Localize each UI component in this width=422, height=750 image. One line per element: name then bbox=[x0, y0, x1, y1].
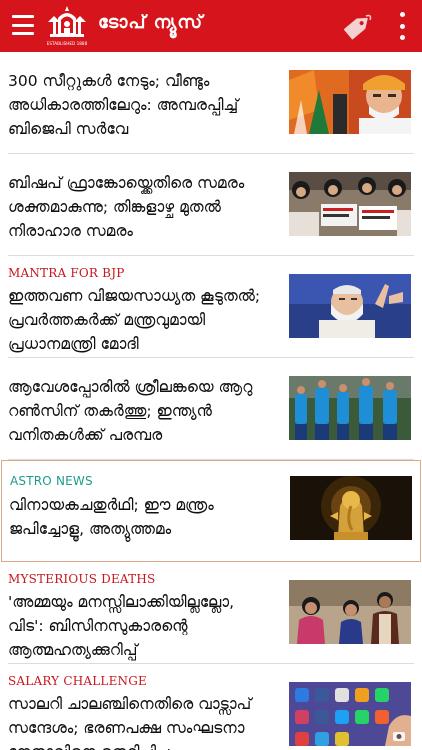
headline-line: നേതാവിനെ തെറിപ്പിച്ചു bbox=[8, 740, 280, 750]
headline-line: ബിജെപി സർവേ bbox=[8, 120, 129, 138]
headline-line: 'അമ്മയും മനസ്സിലാക്കിയില്ലല്ലോ, bbox=[8, 593, 235, 611]
news-card[interactable]: SALARY CHALLENGE സാലറി ചാലഞ്ചിനെതിരെ വാട… bbox=[0, 664, 422, 750]
news-thumbnail[interactable] bbox=[289, 274, 411, 338]
headline[interactable]: ഇത്തവണ വിജയസാധ്യത കൂടുതൽ; പ്രവർത്തകർക്ക്… bbox=[8, 284, 280, 356]
headline-line: റൺസിന് തകർത്തു; ഇന്ത്യൻ bbox=[8, 402, 212, 420]
headline-line: വനിതകൾക്ക് പരമ്പര bbox=[8, 426, 163, 444]
headline-line: ബിഷപ് ഫ്രാങ്കോയ്ക്കെതിരെ സമരം bbox=[8, 174, 245, 192]
headline[interactable]: 300 സീറ്റുകൾ നേടും; വീണ്ടും അധികാരത്തിലേ… bbox=[8, 69, 280, 141]
more-vertical-icon[interactable] bbox=[392, 12, 412, 40]
app-title: ടോപ് ന്യൂസ് bbox=[98, 12, 204, 33]
news-card[interactable]: ബിഷപ് ഫ്രാങ്കോയ്ക്കെതിരെ സമരം ശക്തമാകുന്… bbox=[0, 154, 422, 256]
headline-line: ഇത്തവണ വിജയസാധ്യത കൂടുതൽ; bbox=[8, 287, 261, 305]
tag-icon[interactable] bbox=[340, 10, 374, 44]
news-card[interactable]: ASTRO NEWS വിനായകചതുർഥി; ഈ മന്ത്രം ജപിച്… bbox=[1, 460, 421, 562]
section-kicker: MYSTERIOUS DEATHS bbox=[8, 572, 156, 586]
section-kicker: ASTRO NEWS bbox=[10, 474, 93, 488]
headline-line: ആത്മഹത്യക്കുറിപ്പ് bbox=[8, 641, 138, 659]
news-thumbnail[interactable] bbox=[289, 70, 411, 134]
app-screen: ESTABLISHED 1888 ടോപ് ന്യൂസ് 300 സീറ്റുക… bbox=[0, 0, 422, 750]
news-card[interactable]: MANTRA FOR BJP ഇത്തവണ വിജയസാധ്യത കൂടുതൽ;… bbox=[0, 256, 422, 358]
headline-line: സന്ദേശം; ഭരണപക്ഷ സംഘടനാ bbox=[8, 719, 245, 737]
news-thumbnail[interactable] bbox=[289, 376, 411, 440]
newspaper-logo[interactable]: ESTABLISHED 1888 bbox=[44, 4, 90, 48]
news-thumbnail[interactable] bbox=[289, 682, 411, 746]
headline[interactable]: ബിഷപ് ഫ്രാങ്കോയ്ക്കെതിരെ സമരം ശക്തമാകുന്… bbox=[8, 171, 280, 243]
news-card[interactable]: 300 സീറ്റുകൾ നേടും; വീണ്ടും അധികാരത്തിലേ… bbox=[0, 52, 422, 154]
headline-line: വിനായകചതുർഥി; ഈ മന്ത്രം bbox=[9, 496, 214, 514]
headline-line: ജപിച്ചോളൂ, അത്യുത്തമം bbox=[9, 520, 172, 538]
headline[interactable]: സാലറി ചാലഞ്ചിനെതിരെ വാട്സാപ് സന്ദേശം; ഭര… bbox=[8, 692, 280, 750]
headline-line: ആവേശപ്പോരിൽ ശ്രീലങ്കയെ ആറു bbox=[8, 378, 253, 396]
news-thumbnail[interactable] bbox=[289, 172, 411, 236]
headline[interactable]: 'അമ്മയും മനസ്സിലാക്കിയില്ലല്ലോ, വിട': ബി… bbox=[8, 590, 280, 662]
logo-caption: ESTABLISHED 1888 bbox=[47, 41, 88, 46]
news-thumbnail[interactable] bbox=[290, 476, 412, 540]
headline-line: സാലറി ചാലഞ്ചിനെതിരെ വാട്സാപ് bbox=[8, 695, 252, 713]
headline-line: പ്രവർത്തകർക്ക് മന്ത്രവുമായി bbox=[8, 311, 206, 329]
headline[interactable]: വിനായകചതുർഥി; ഈ മന്ത്രം ജപിച്ചോളൂ, അത്യു… bbox=[9, 493, 281, 541]
section-kicker: SALARY CHALLENGE bbox=[8, 674, 147, 688]
headline-line: വിട': ബിസിനസുകാരന്റെ bbox=[8, 617, 188, 635]
headline-line: ശക്തമാകുന്നു; തിങ്കളാഴ്ച മുതൽ bbox=[8, 198, 221, 216]
headline-line: പ്രധാനമന്ത്രി മോദി bbox=[8, 335, 139, 353]
section-kicker: MANTRA FOR BJP bbox=[8, 266, 125, 280]
news-thumbnail[interactable] bbox=[289, 580, 411, 644]
news-card[interactable]: MYSTERIOUS DEATHS 'അമ്മയും മനസ്സിലാക്കിയ… bbox=[0, 562, 422, 664]
headline-line: 300 സീറ്റുകൾ നേടും; വീണ്ടും bbox=[8, 72, 210, 90]
headline-line: നിരാഹാര സമരം bbox=[8, 222, 133, 240]
app-header: ESTABLISHED 1888 ടോപ് ന്യൂസ് bbox=[0, 0, 422, 52]
news-card[interactable]: ആവേശപ്പോരിൽ ശ്രീലങ്കയെ ആറു റൺസിന് തകർത്ത… bbox=[0, 358, 422, 460]
headline[interactable]: ആവേശപ്പോരിൽ ശ്രീലങ്കയെ ആറു റൺസിന് തകർത്ത… bbox=[8, 375, 280, 447]
headline-line: അധികാരത്തിലേറും: അമ്പരപ്പിച്ച് bbox=[8, 96, 239, 114]
hamburger-menu-icon[interactable] bbox=[12, 15, 34, 35]
